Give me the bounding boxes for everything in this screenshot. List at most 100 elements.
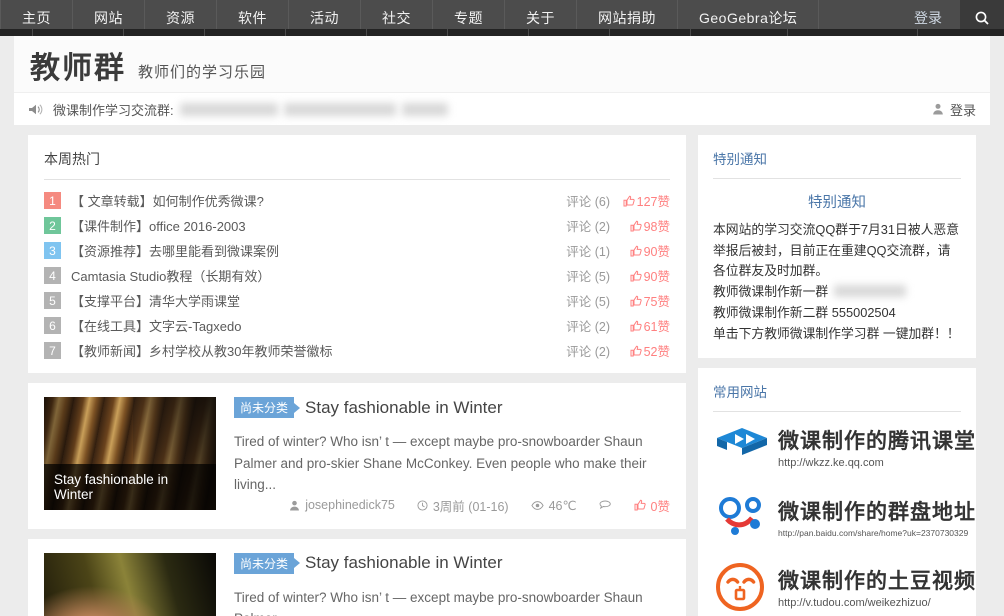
nav-label: 网站 (94, 10, 123, 26)
hot-like-text: 90赞 (643, 270, 670, 284)
hot-item-title[interactable]: 【在线工具】文字云-Tagxedo (71, 316, 241, 335)
views-text: 46℃ (548, 498, 577, 513)
user-icon (932, 103, 944, 115)
common-sites-panel: 常用网站 微课制作的腾讯课堂 http://wkzz.ke.qq.com 微课制… (698, 368, 976, 616)
site-slogan: 教师们的学习乐园 (138, 64, 267, 81)
site-text: 微课制作的腾讯课堂 http://wkzz.ke.qq.com (771, 425, 976, 470)
nav-label: 主页 (22, 10, 51, 26)
likes-text: 0赞 (650, 499, 670, 514)
hot-comment-count: 评论 (6) (566, 195, 610, 209)
article-category-tag[interactable]: 尚未分类 (234, 397, 295, 418)
hot-comment-count: 评论 (5) (566, 270, 610, 284)
hot-list-item[interactable]: 3 【资源推荐】去哪里能看到微课案例 评论 (1) 90赞 (44, 238, 670, 263)
content-area: 本周热门 1 【 文章转载】如何制作优秀微课? 评论 (6) 127赞 2 【课… (14, 125, 990, 616)
sidebar: 特别通知 特别通知 本网站的学习交流QQ群于7月31日被人恶意举报后被封，目前正… (698, 135, 976, 616)
hot-list-item[interactable]: 7 【教师新闻】乡村学校从教30年教师荣誉徽标 评论 (2) 52赞 (44, 338, 670, 363)
announcement-label: 微课制作学习交流群: (53, 102, 174, 118)
page-container: 教师群 教师们的学习乐园 微课制作学习交流群: 登录 本周热门 1 【 文章转载… (0, 36, 1004, 616)
redacted-qq-number-1 (179, 102, 278, 116)
hot-like-count: 61赞 (610, 316, 670, 335)
article-category-tag[interactable]: 尚未分类 (234, 552, 295, 574)
article-thumbnail[interactable] (44, 552, 216, 616)
article-thumbnail[interactable]: Stay fashionable in Winter (44, 397, 216, 510)
notice-line-1: 本网站的学习交流QQ群于7月31日被人恶意举报后被封，目前正在重建QQ交流群，请… (713, 222, 960, 279)
comment-icon (599, 500, 611, 509)
article-comments[interactable] (599, 500, 612, 511)
nav-underline (0, 29, 1004, 36)
article-meta: josephinedick75 3周前 (01-16) 46℃ 0赞 (234, 496, 670, 515)
announcement-login-link[interactable]: 登录 (932, 100, 976, 119)
hot-item-meta: 评论 (5) 90赞 (544, 266, 670, 285)
hot-item-meta: 评论 (2) 61赞 (544, 316, 670, 335)
hot-comment-count: 评论 (5) (566, 295, 610, 309)
article-author[interactable]: josephinedick75 (289, 498, 395, 512)
hot-like-count: 90赞 (610, 266, 670, 285)
article-likes[interactable]: 0赞 (634, 496, 670, 515)
thumbs-up-icon (630, 320, 642, 331)
thumbs-up-icon (630, 245, 642, 256)
article-date: 3周前 (01-16) (417, 496, 509, 515)
site-name: 微课制作的群盘地址 (778, 499, 976, 525)
hot-rank-badge: 4 (44, 267, 61, 284)
date-text: 3周前 (01-16) (432, 499, 509, 514)
nav-label: 网站捐助 (598, 10, 656, 26)
hot-item-meta: 评论 (2) 52赞 (544, 341, 670, 360)
thumbnail-caption: Stay fashionable in Winter (44, 464, 216, 510)
redacted-qq-number-3 (401, 102, 448, 116)
hot-like-count: 90赞 (610, 241, 670, 260)
site-logo[interactable]: 教师群 (30, 54, 126, 84)
article-body: 尚未分类 Stay fashionable in Winter Tired of… (216, 397, 670, 515)
hot-item-title[interactable]: 【教师新闻】乡村学校从教30年教师荣誉徽标 (71, 341, 332, 360)
site-link-baidu-pan[interactable]: 微课制作的群盘地址 http://pan.baidu.com/share/hom… (713, 482, 976, 552)
hot-item-title[interactable]: 【支撑平台】清华大学雨课堂 (71, 291, 240, 310)
hot-item-title[interactable]: 【 文章转载】如何制作优秀微课? (71, 191, 264, 210)
article-header: 尚未分类 Stay fashionable in Winter (234, 552, 670, 574)
hot-rank-badge: 2 (44, 217, 61, 234)
hot-comment-count: 评论 (2) (566, 220, 610, 234)
redacted-qq-number-2 (283, 102, 396, 116)
nav-login-label: 登录 (914, 10, 942, 26)
hot-list-item[interactable]: 2 【课件制作】office 2016-2003 评论 (2) 98赞 (44, 213, 670, 238)
nav-label: 资源 (166, 10, 195, 26)
nav-label: 活动 (310, 10, 339, 26)
hot-like-count: 127赞 (610, 191, 670, 210)
tencent-classroom-icon (713, 421, 771, 473)
article-title[interactable]: Stay fashionable in Winter (305, 398, 503, 418)
top-navigation-bar: 主页 网站 资源 软件 活动 社交 专题 关于 网站捐助 GeoGebra论坛 … (0, 0, 1004, 36)
hot-list-item[interactable]: 1 【 文章转载】如何制作优秀微课? 评论 (6) 127赞 (44, 188, 670, 213)
announcement-login-label: 登录 (949, 102, 976, 118)
special-notice-heading: 特别通知 (808, 195, 866, 211)
special-notice-panel: 特别通知 特别通知 本网站的学习交流QQ群于7月31日被人恶意举报后被封，目前正… (698, 135, 976, 359)
site-url: http://pan.baidu.com/share/home?uk=23707… (778, 528, 969, 539)
article-title[interactable]: Stay fashionable in Winter (305, 553, 503, 573)
hot-item-title[interactable]: 【课件制作】office 2016-2003 (71, 216, 246, 235)
nav-label: 专题 (454, 10, 483, 26)
article-body: 尚未分类 Stay fashionable in Winter Tired of… (216, 552, 670, 616)
hot-comment-count: 评论 (2) (566, 320, 610, 334)
site-url: http://v.tudou.com/weikezhizuo/ (778, 597, 931, 610)
nav-label: 社交 (382, 10, 411, 26)
hot-item-title[interactable]: 【资源推荐】去哪里能看到微课案例 (71, 241, 279, 260)
hot-list-item[interactable]: 6 【在线工具】文字云-Tagxedo 评论 (2) 61赞 (44, 313, 670, 338)
redacted-qq-group-1 (834, 285, 907, 298)
hot-rank-badge: 1 (44, 192, 61, 209)
hot-list-item[interactable]: 5 【支撑平台】清华大学雨课堂 评论 (5) 75赞 (44, 288, 670, 313)
eye-icon (530, 500, 544, 510)
site-text: 微课制作的土豆视频 http://v.tudou.com/weikezhizuo… (771, 565, 975, 610)
site-name: 微课制作的腾讯课堂 (778, 428, 976, 454)
common-sites-panel-title: 常用网站 (713, 381, 961, 413)
notice-line-4: 单击下方教师微课制作学习群 一键加群！！ (713, 325, 960, 341)
special-notice-panel-title: 特别通知 (713, 148, 961, 179)
notice-line-3-value: 555002504 (831, 304, 896, 320)
site-url: http://wkzz.ke.qq.com (778, 457, 884, 470)
thumbs-up-icon (630, 295, 642, 306)
nav-label: 软件 (238, 10, 267, 26)
nav-label: 关于 (526, 10, 555, 26)
site-link-tencent-classroom[interactable]: 微课制作的腾讯课堂 http://wkzz.ke.qq.com (713, 412, 976, 482)
hot-list-item[interactable]: 4 Camtasia Studio教程（长期有效） 评论 (5) 90赞 (44, 263, 670, 288)
hot-item-title[interactable]: Camtasia Studio教程（长期有效） (71, 266, 270, 285)
article-views: 46℃ (530, 498, 577, 513)
hot-like-count: 52赞 (610, 341, 670, 360)
hot-like-count: 98赞 (610, 216, 670, 235)
site-link-tudou[interactable]: 微课制作的土豆视频 http://v.tudou.com/weikezhizuo… (713, 552, 975, 616)
